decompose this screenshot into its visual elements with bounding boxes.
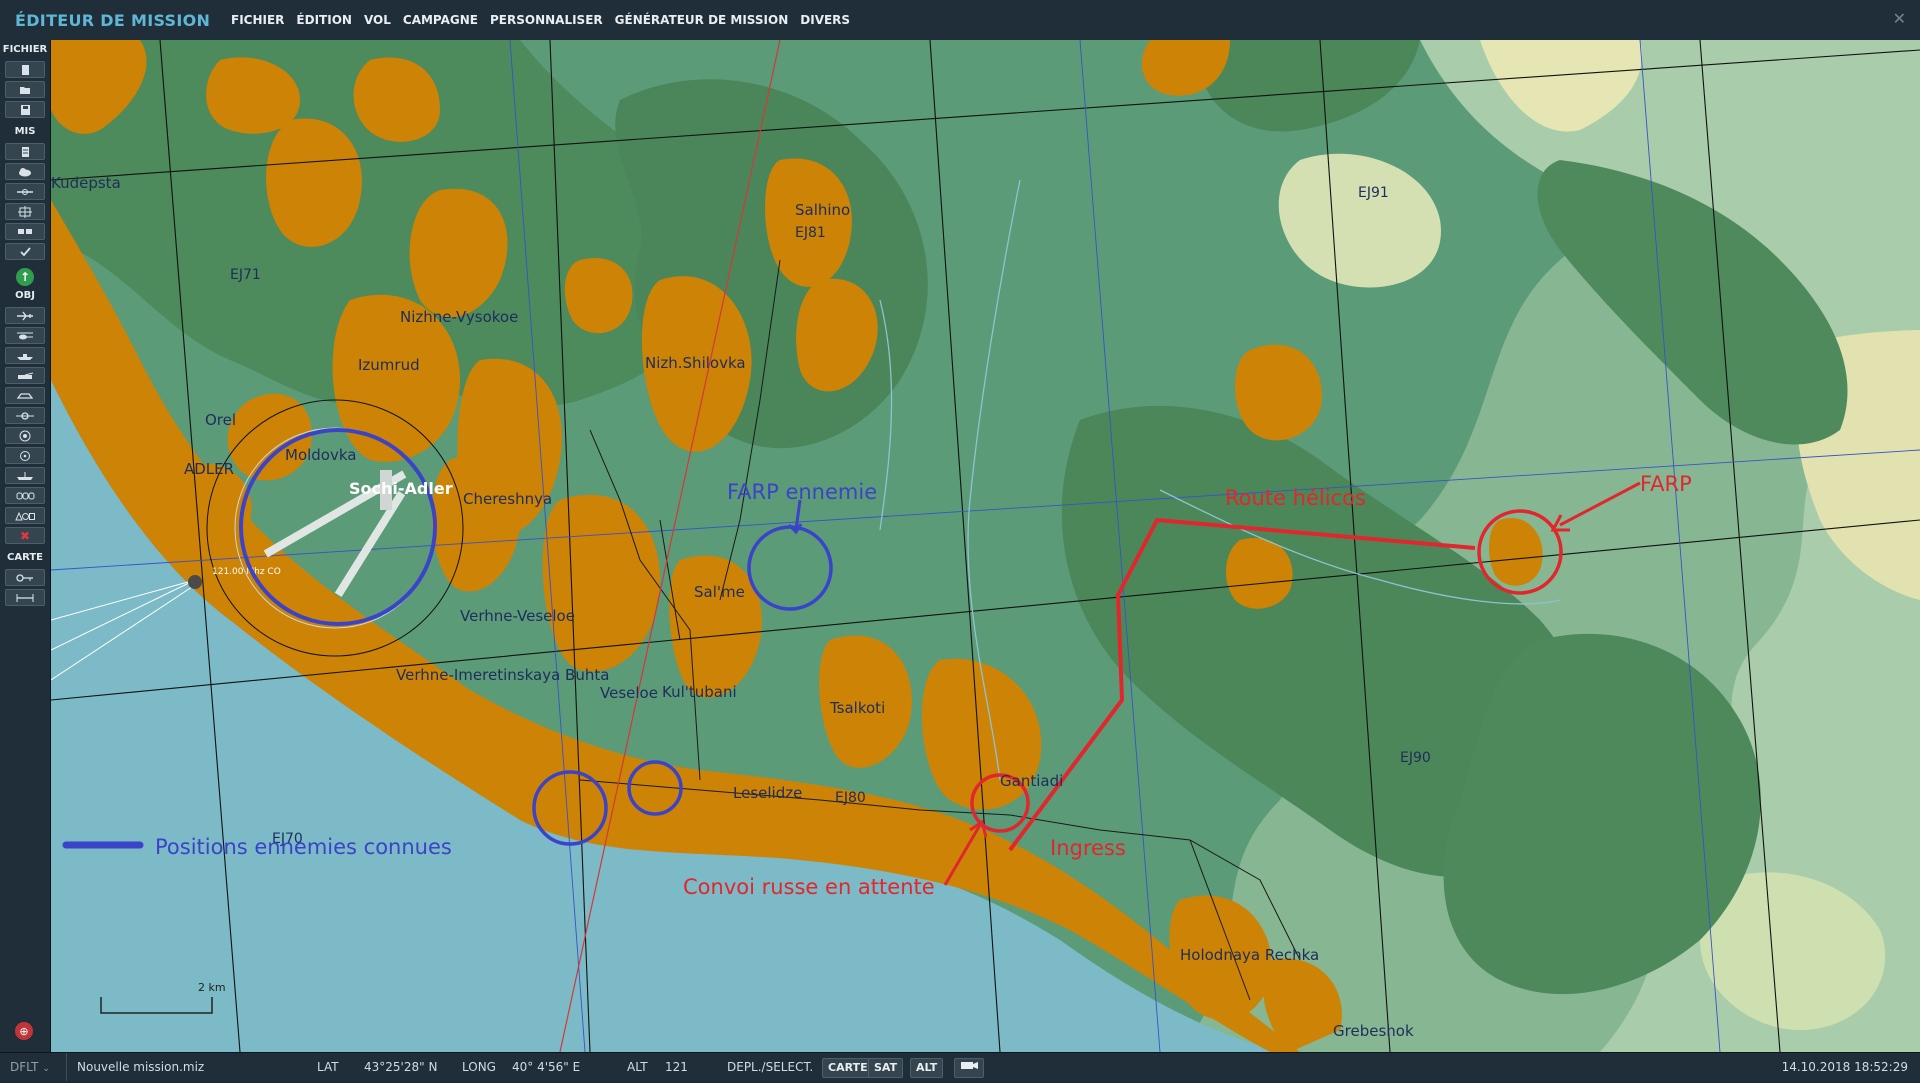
carrier-icon[interactable] <box>5 467 45 484</box>
camera-icon[interactable] <box>954 1058 984 1078</box>
alt-value: 121 <box>665 1060 688 1074</box>
layers-icon[interactable]: ⊕ <box>15 1022 33 1040</box>
menu-personnaliser[interactable]: PERSONNALISER <box>484 0 609 40</box>
annotation-farp: FARP <box>1640 472 1692 496</box>
delete-icon[interactable]: ✖ <box>5 527 45 544</box>
label-sochi-adler: Sochi-Adler <box>349 479 453 498</box>
section-mis: MIS <box>14 126 36 137</box>
menu-generateur[interactable]: GÉNÉRATEUR DE MISSION <box>609 0 795 40</box>
formation-icon[interactable] <box>5 487 45 504</box>
section-carte: CARTE <box>7 552 43 563</box>
menu-campagne[interactable]: CAMPAGNE <box>397 0 484 40</box>
map-canvas[interactable]: 121.00 Mhz CO Kudepsta Orel ADLER Moldov… <box>51 40 1920 1052</box>
label-moldovka: Moldovka <box>285 446 356 464</box>
plane-icon[interactable] <box>5 307 45 324</box>
save-icon[interactable] <box>5 101 45 118</box>
helicopter-icon[interactable] <box>5 327 45 344</box>
annotation-convoi: Convoi russe en attente <box>683 875 935 899</box>
label-nizh-shilovka: Nizh.Shilovka <box>645 354 746 372</box>
label-verhne-veseloe: Verhne-Veseloe <box>460 607 575 625</box>
go-up-icon[interactable]: ↑ <box>16 268 34 286</box>
urban-blob-3 <box>266 118 362 247</box>
sat-button[interactable]: SAT <box>868 1058 904 1078</box>
ship-icon[interactable] <box>5 347 45 364</box>
check-icon[interactable] <box>5 243 45 260</box>
label-salme: Sal'me <box>694 583 745 601</box>
status-divider <box>66 1053 67 1081</box>
label-salhino: Salhino <box>795 201 850 219</box>
menu-divers[interactable]: DIVERS <box>794 0 856 40</box>
target-icon[interactable] <box>5 427 45 444</box>
status-bar: DFLT ⌄ Nouvelle mission.miz LAT 43°25'28… <box>0 1052 1920 1081</box>
carte-button[interactable]: CARTE <box>822 1058 874 1078</box>
grid-ej81: EJ81 <box>795 225 826 241</box>
aircraft-group-icon[interactable] <box>5 183 45 200</box>
lat-label: LAT <box>317 1060 339 1074</box>
label-verhne-imeretinskaya: Verhne-Imeretinskaya Buhta <box>396 666 609 684</box>
trigger-zone-icon[interactable] <box>5 223 45 240</box>
close-icon[interactable]: ✕ <box>1893 9 1906 28</box>
grid-ej80: EJ80 <box>835 790 866 806</box>
open-folder-icon[interactable] <box>5 81 45 98</box>
urban-blob-19 <box>1235 344 1322 441</box>
label-izumrud: Izumrud <box>358 356 420 374</box>
ruler-icon[interactable] <box>5 589 45 606</box>
section-fichier: FICHIER <box>2 44 48 55</box>
label-adler: ADLER <box>184 460 234 478</box>
chevron-down-icon: ⌄ <box>42 1064 50 1074</box>
armor-icon[interactable] <box>5 387 45 404</box>
profile-select[interactable]: DFLT ⌄ <box>10 1053 50 1081</box>
app-title: ÉDITEUR DE MISSION <box>15 10 211 30</box>
label-veseloe: Veseloe <box>600 684 658 702</box>
label-kultubani: Kul'tubani <box>662 683 737 701</box>
long-value: 40° 4'56" E <box>512 1060 581 1074</box>
menu-vol[interactable]: VOL <box>358 0 397 40</box>
ground-unit-icon[interactable] <box>5 367 45 384</box>
label-kudepsta: Kudepsta <box>51 174 121 192</box>
menu-fichier[interactable]: FICHIER <box>225 0 290 40</box>
grid-ej91: EJ91 <box>1358 185 1389 201</box>
waypoint-icon[interactable] <box>5 407 45 424</box>
label-nizhne-vysokoe: Nizhne-Vysokoe <box>400 308 518 326</box>
menu-edition[interactable]: ÉDITION <box>290 0 358 40</box>
label-chereshnya: Chereshnya <box>463 490 552 508</box>
zone-icon[interactable] <box>5 447 45 464</box>
shapes-icon[interactable] <box>5 507 45 524</box>
title-bar: ÉDITEUR DE MISSION FICHIER ÉDITION VOL C… <box>0 0 1920 41</box>
briefing-icon[interactable] <box>5 143 45 160</box>
main-menu: FICHIER ÉDITION VOL CAMPAGNE PERSONNALIS… <box>225 0 856 40</box>
alt-button[interactable]: ALT <box>910 1058 944 1078</box>
urban-blob-7 <box>564 258 633 334</box>
weather-icon[interactable] <box>5 163 45 180</box>
map-svg[interactable]: 121.00 Mhz CO Kudepsta Orel ADLER Moldov… <box>51 40 1920 1052</box>
label-grebeshok: Grebeshok <box>1333 1022 1414 1040</box>
filename: Nouvelle mission.miz <box>77 1060 205 1074</box>
annotation-ingress: Ingress <box>1050 836 1126 860</box>
airport-frequency: 121.00 Mhz CO <box>212 567 281 577</box>
label-holodnaya-rechka: Holodnaya Rechka <box>1180 946 1319 964</box>
profile-label: DFLT <box>10 1060 39 1074</box>
annotation-farp-ennemie: FARP ennemie <box>727 480 877 504</box>
left-toolbar: FICHIER MIS ↑ OBJ ✖ CARTE ⊕ <box>0 40 51 1052</box>
label-orel: Orel <box>205 411 236 429</box>
legend-label: Positions ennemies connues <box>155 835 452 859</box>
airport-beacon <box>188 575 202 589</box>
label-gantiadi: Gantiadi <box>1000 772 1063 790</box>
new-file-icon[interactable] <box>5 61 45 78</box>
section-obj: OBJ <box>15 290 35 301</box>
lat-value: 43°25'28" N <box>364 1060 438 1074</box>
annotation-route-helicos: Route hélicos <box>1225 486 1366 510</box>
label-tsalkoti: Tsalkoti <box>829 699 885 717</box>
map-key-icon[interactable] <box>5 569 45 586</box>
grid-ej71: EJ71 <box>230 267 261 283</box>
label-leselidze: Leselidze <box>733 784 802 802</box>
static-object-icon[interactable] <box>5 203 45 220</box>
datetime: 14.10.2018 18:52:29 <box>1781 1060 1908 1074</box>
scale-label: 2 km <box>198 981 226 994</box>
grid-ej90: EJ90 <box>1400 750 1431 766</box>
alt-label: ALT <box>627 1060 648 1074</box>
mode-label: DEPL./SELECT. <box>727 1060 814 1074</box>
long-label: LONG <box>462 1060 496 1074</box>
